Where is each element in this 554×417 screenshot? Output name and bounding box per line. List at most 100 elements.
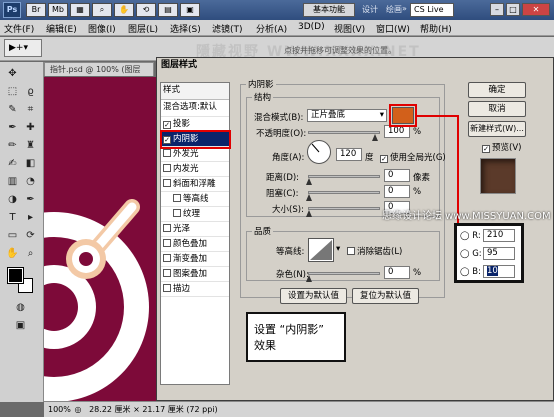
style-item[interactable]: 颜色叠加 xyxy=(161,237,229,252)
contour-dropdown-icon[interactable]: ▾ xyxy=(336,244,340,254)
eyedropper-tool-icon[interactable]: ✒ xyxy=(4,120,21,135)
path-select-icon[interactable]: ▸ xyxy=(22,210,39,225)
minibridge-button[interactable]: Mb xyxy=(48,3,68,17)
gradient-tool-icon[interactable]: ▥ xyxy=(4,174,21,189)
new-style-button[interactable]: 新建样式(W)... xyxy=(468,121,526,137)
ok-button[interactable]: 确定 xyxy=(468,82,526,98)
document-canvas[interactable] xyxy=(44,77,156,401)
style-checkbox[interactable]: ✓ xyxy=(163,121,171,129)
hand-tool-button[interactable]: ✋ xyxy=(114,3,134,17)
menu-edit[interactable]: 编辑(E) xyxy=(46,22,77,35)
style-item[interactable]: 内发光 xyxy=(161,162,229,177)
3d-rotate-icon[interactable]: ⟳ xyxy=(22,228,39,243)
angle-input[interactable]: 120 xyxy=(336,148,362,161)
style-checkbox[interactable] xyxy=(163,224,171,232)
style-item[interactable]: 图案叠加 xyxy=(161,267,229,282)
blend-mode-select[interactable]: 正片叠底 ▾ xyxy=(307,109,387,122)
b-radio[interactable]: ◯ B: xyxy=(460,267,481,277)
distance-input[interactable]: 0 xyxy=(384,169,410,182)
zoom-readout[interactable]: 100% xyxy=(44,402,72,417)
minimize-icon[interactable]: – xyxy=(490,3,504,16)
size-slider[interactable] xyxy=(308,207,380,210)
document-tab[interactable]: 指针.psd @ 100% (图层 xyxy=(44,62,154,76)
noise-input[interactable]: 0 xyxy=(384,266,410,279)
distance-slider[interactable] xyxy=(308,175,380,178)
quick-select-tool-icon[interactable]: ✎ xyxy=(4,102,21,117)
workspace-design[interactable]: 设计 xyxy=(362,4,378,15)
preview-checkbox[interactable]: ✓ 预览(V) xyxy=(482,141,521,153)
dodge-tool-icon[interactable]: ◑ xyxy=(4,192,21,207)
crop-tool-icon[interactable]: ⌗ xyxy=(22,102,39,117)
zoom-tool-icon[interactable]: ⌕ xyxy=(22,246,39,261)
anti-alias-checkbox[interactable]: 消除锯齿(L) xyxy=(347,245,402,257)
styles-header[interactable]: 样式 xyxy=(161,83,229,100)
choke-slider[interactable] xyxy=(308,191,380,194)
style-checkbox[interactable] xyxy=(163,239,171,247)
b-input[interactable]: 10 xyxy=(483,265,515,278)
global-light-checkbox[interactable]: ✓ 使用全局光(G) xyxy=(380,151,446,163)
rotate-view-button[interactable]: ⟲ xyxy=(136,3,156,17)
menu-layer[interactable]: 图层(L) xyxy=(128,22,158,35)
style-item[interactable]: 纹理 xyxy=(161,207,229,222)
marquee-tool-icon[interactable]: ⬚ xyxy=(4,84,21,99)
blur-tool-icon[interactable]: ◔ xyxy=(22,174,39,189)
r-input[interactable]: 210 xyxy=(483,229,515,242)
view-extras-icon[interactable]: ▦ xyxy=(70,3,90,17)
menu-file[interactable]: 文件(F) xyxy=(4,22,34,35)
r-radio[interactable]: ◯ R: xyxy=(460,231,481,241)
brush-tool-icon[interactable]: ✏ xyxy=(4,138,21,153)
style-item[interactable]: 等高线 xyxy=(161,192,229,207)
menu-filter[interactable]: 滤镜(T) xyxy=(212,22,243,35)
menu-analysis[interactable]: 分析(A) xyxy=(256,22,287,35)
workspace-essentials-button[interactable]: 基本功能 xyxy=(303,3,355,17)
pen-tool-icon[interactable]: ✒ xyxy=(22,192,39,207)
style-checkbox[interactable] xyxy=(163,269,171,277)
menu-view[interactable]: 视图(V) xyxy=(334,22,365,35)
screen-mode-button[interactable]: ▣ xyxy=(180,3,200,17)
screen-mode-icon[interactable]: ▣ xyxy=(12,318,29,333)
opacity-slider[interactable] xyxy=(308,131,380,134)
g-radio[interactable]: ◯ G: xyxy=(460,249,482,259)
style-checkbox[interactable] xyxy=(163,284,171,292)
close-icon[interactable]: ✕ xyxy=(522,3,550,16)
lasso-tool-icon[interactable]: ϱ xyxy=(22,84,39,99)
stamp-tool-icon[interactable]: ♜ xyxy=(22,138,39,153)
bridge-button[interactable]: Br xyxy=(26,3,46,17)
menu-help[interactable]: 帮助(H) xyxy=(420,22,452,35)
style-checkbox[interactable] xyxy=(163,179,171,187)
g-input[interactable]: 95 xyxy=(483,247,515,260)
quick-mask-icon[interactable]: ◍ xyxy=(12,300,29,315)
type-tool-icon[interactable]: T xyxy=(4,210,21,225)
style-item[interactable]: 描边 xyxy=(161,282,229,297)
arrange-documents-button[interactable]: ▤ xyxy=(158,3,178,17)
style-item[interactable]: 渐变叠加 xyxy=(161,252,229,267)
blend-options-default[interactable]: 混合选项:默认 xyxy=(161,100,229,117)
style-item[interactable]: 光泽 xyxy=(161,222,229,237)
menu-image[interactable]: 图像(I) xyxy=(88,22,116,35)
style-checkbox[interactable] xyxy=(163,149,171,157)
menu-select[interactable]: 选择(S) xyxy=(170,22,201,35)
foreground-color-swatch[interactable] xyxy=(7,267,24,284)
style-item[interactable]: 外发光 xyxy=(161,147,229,162)
zoom-level-button[interactable]: ⌕ xyxy=(92,3,112,17)
cancel-button[interactable]: 取消 xyxy=(468,101,526,117)
style-checkbox[interactable] xyxy=(163,254,171,262)
style-item[interactable]: 斜面和浮雕 xyxy=(161,177,229,192)
tool-preset-picker[interactable]: ▶+▾ xyxy=(4,39,42,57)
choke-input[interactable]: 0 xyxy=(384,185,410,198)
contour-picker[interactable] xyxy=(308,238,334,262)
cs-live-button[interactable]: CS Live xyxy=(410,3,454,17)
style-checkbox[interactable] xyxy=(163,164,171,172)
reset-default-button[interactable]: 复位为默认值 xyxy=(352,288,419,304)
history-brush-icon[interactable]: ✍ xyxy=(4,156,21,171)
noise-slider[interactable] xyxy=(308,272,380,275)
make-default-button[interactable]: 设置为默认值 xyxy=(280,288,347,304)
menu-3d[interactable]: 3D(D) xyxy=(298,22,325,32)
healing-tool-icon[interactable]: ✚ xyxy=(22,120,39,135)
angle-dial[interactable] xyxy=(307,140,331,164)
eraser-tool-icon[interactable]: ◧ xyxy=(22,156,39,171)
move-tool-icon[interactable]: ✥ xyxy=(4,66,21,81)
workspace-more[interactable]: » xyxy=(402,4,407,13)
maximize-icon[interactable]: □ xyxy=(506,3,520,16)
shape-tool-icon[interactable]: ▭ xyxy=(4,228,21,243)
